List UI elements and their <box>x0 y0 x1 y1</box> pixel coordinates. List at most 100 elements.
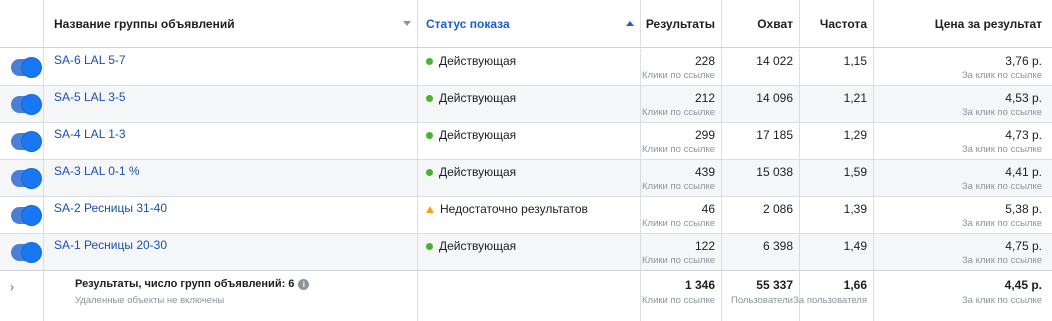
status: Действующая <box>426 91 516 105</box>
results-cell: 212 Клики по ссылке <box>641 86 722 122</box>
cost-cell: 5,38 р. За клик по ссылке <box>874 197 1052 233</box>
cost-value: 4,75 р. <box>1005 239 1042 253</box>
chevron-right-icon[interactable]: › <box>10 280 14 294</box>
results-sub: Клики по ссылке <box>642 255 715 266</box>
header-results[interactable]: Результаты <box>641 0 722 47</box>
cost-cell: 4,75 р. За клик по ссылке <box>874 234 1052 270</box>
header-toggle-col <box>0 0 44 47</box>
adset-name-link[interactable]: SA-3 LAL 0-1 % <box>54 164 140 178</box>
summary-reach-cell: 55 337 Пользователи <box>722 271 800 321</box>
summary-results-sub: Клики по ссылке <box>642 295 715 306</box>
summary-name-cell: Результаты, число групп объявлений: 6 i … <box>44 271 418 321</box>
green-dot-icon <box>426 57 433 65</box>
green-dot-icon <box>426 168 433 176</box>
reach-cell: 17 185 <box>722 123 800 159</box>
frequency-cell: 1,59 <box>800 160 874 196</box>
frequency-cell: 1,49 <box>800 234 874 270</box>
table-row: SA-2 Ресницы 31-40 Недостаточно результат… <box>0 197 1052 234</box>
adset-name-link[interactable]: SA-2 Ресницы 31-40 <box>54 201 167 215</box>
cost-cell: 4,41 р. За клик по ссылке <box>874 160 1052 196</box>
reach-value: 6 398 <box>762 239 793 253</box>
status: Действующая <box>426 128 516 142</box>
header-name[interactable]: Название группы объявлений <box>44 0 418 47</box>
status-text: Действующая <box>439 128 517 142</box>
info-icon[interactable]: i <box>298 278 310 290</box>
adset-toggle[interactable] <box>11 132 41 151</box>
adset-toggle[interactable] <box>11 58 41 77</box>
results-sub: Клики по ссылке <box>642 107 715 118</box>
toggle-cell <box>0 197 44 233</box>
status: Недостаточно результатов <box>426 202 588 216</box>
results-value: 228 <box>694 54 715 68</box>
adset-name-link[interactable]: SA-4 LAL 1-3 <box>54 127 126 141</box>
cost-sub: За клик по ссылке <box>961 107 1042 118</box>
results-sub: Клики по ссылке <box>642 181 715 192</box>
summary-title: Результаты, число групп объявлений: 6 i <box>75 278 310 290</box>
adset-toggle[interactable] <box>11 243 41 262</box>
sort-up-icon[interactable] <box>626 21 634 26</box>
adset-toggle[interactable] <box>11 95 41 114</box>
results-sub: Клики по ссылке <box>642 70 715 81</box>
adset-name-link[interactable]: SA-6 LAL 5-7 <box>54 53 126 67</box>
toggle-cell <box>0 234 44 270</box>
results-value: 46 <box>701 202 715 216</box>
adset-toggle[interactable] <box>11 169 41 188</box>
cost-value: 3,76 р. <box>1005 54 1042 68</box>
results-cell: 439 Клики по ссылке <box>641 160 722 196</box>
status-text: Действующая <box>439 239 517 253</box>
header-cost-label: Цена за результат <box>934 16 1042 31</box>
status-cell: Действующая <box>418 123 641 159</box>
cost-cell: 4,73 р. За клик по ссылке <box>874 123 1052 159</box>
header-cost[interactable]: Цена за результат <box>874 0 1052 47</box>
sort-down-icon[interactable] <box>403 21 411 26</box>
name-cell: SA-2 Ресницы 31-40 <box>44 197 418 233</box>
summary-results-cell: 1 346 Клики по ссылке <box>641 271 722 321</box>
summary-row: › Результаты, число групп объявлений: 6 … <box>0 270 1052 321</box>
reach-value: 14 022 <box>756 54 793 68</box>
green-dot-icon <box>426 131 433 139</box>
name-cell: SA-3 LAL 0-1 % <box>44 160 418 196</box>
results-sub: Клики по ссылке <box>642 218 715 229</box>
adset-toggle[interactable] <box>11 206 41 225</box>
results-sub: Клики по ссылке <box>642 144 715 155</box>
status-text: Действующая <box>439 165 517 179</box>
frequency-cell: 1,15 <box>800 49 874 85</box>
adset-name-link[interactable]: SA-5 LAL 3-5 <box>54 90 126 104</box>
reach-value: 15 038 <box>756 165 793 179</box>
table-row: SA-4 LAL 1-3 Действующая 299 Клики по ссылк… <box>0 123 1052 160</box>
header-name-label: Название группы объявлений <box>54 16 235 31</box>
header-status[interactable]: Статус показа <box>418 0 641 47</box>
frequency-value: 1,29 <box>843 128 867 142</box>
cost-sub: За клик по ссылке <box>961 70 1042 81</box>
reach-value: 2 086 <box>762 202 793 216</box>
results-value: 439 <box>694 165 715 179</box>
header-reach[interactable]: Охват <box>722 0 800 47</box>
toggle-knob <box>22 95 41 114</box>
cost-sub: За клик по ссылке <box>961 218 1042 229</box>
header-frequency[interactable]: Частота <box>800 0 874 47</box>
green-dot-icon <box>426 242 433 250</box>
ad-sets-table: Название группы объявлений Статус показа… <box>0 0 1052 321</box>
summary-title-text: Результаты, число групп объявлений: 6 <box>75 278 295 290</box>
reach-cell: 6 398 <box>722 234 800 270</box>
cost-sub: За клик по ссылке <box>961 144 1042 155</box>
status-text: Действующая <box>439 54 517 68</box>
toggle-knob <box>22 169 41 188</box>
summary-frequency: 1,66 <box>843 278 867 292</box>
adset-name-link[interactable]: SA-1 Ресницы 20-30 <box>54 238 167 252</box>
results-cell: 299 Клики по ссылке <box>641 123 722 159</box>
results-cell: 228 Клики по ссылке <box>641 49 722 85</box>
name-cell: SA-5 LAL 3-5 <box>44 86 418 122</box>
reach-value: 14 096 <box>756 91 793 105</box>
status-cell: Действующая <box>418 160 641 196</box>
toggle-knob <box>22 132 41 151</box>
results-value: 122 <box>694 239 715 253</box>
results-cell: 122 Клики по ссылке <box>641 234 722 270</box>
header-reach-label: Охват <box>757 16 793 31</box>
reach-cell: 2 086 <box>722 197 800 233</box>
header-status-label: Статус показа <box>426 16 510 31</box>
frequency-cell: 1,39 <box>800 197 874 233</box>
frequency-value: 1,59 <box>843 165 867 179</box>
frequency-value: 1,49 <box>843 239 867 253</box>
reach-cell: 14 022 <box>722 49 800 85</box>
